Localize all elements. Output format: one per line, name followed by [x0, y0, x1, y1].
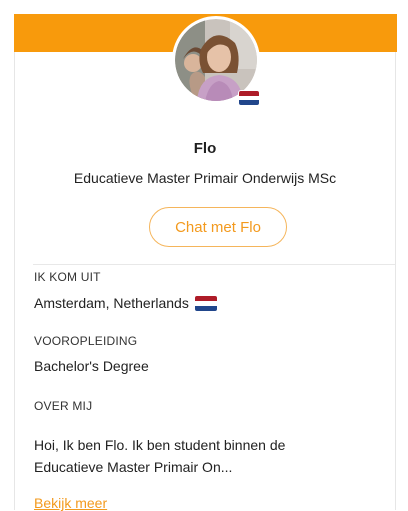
student-portrait-icon [175, 19, 257, 101]
netherlands-flag-icon [194, 295, 217, 311]
education-value: Bachelor's Degree [34, 358, 149, 374]
about-line: Hoi, Ik ben Flo. Ik ben student binnen d… [34, 437, 286, 453]
about-label: OVER MIJ [34, 399, 93, 413]
about-line: Educatieve Master Primair On... [34, 459, 233, 475]
origin-value: Amsterdam, Netherlands [34, 295, 189, 311]
divider [33, 264, 395, 265]
ambassador-card: Flo Educatieve Master Primair Onderwijs … [14, 14, 397, 511]
avatar-container [172, 16, 260, 106]
study-program: Educatieve Master Primair Onderwijs MSc [73, 170, 337, 186]
about-text: Hoi, Ik ben Flo. Ik ben student binnen d… [34, 434, 374, 478]
education-label: VOOROPLEIDING [34, 334, 138, 348]
netherlands-flag-icon [238, 90, 260, 106]
read-more-link[interactable]: Bekijk meer [34, 495, 107, 511]
origin-value-row: Amsterdam, Netherlands [34, 295, 217, 311]
origin-label: IK KOM UIT [34, 270, 101, 284]
chat-button[interactable]: Chat met Flo [149, 207, 287, 247]
ambassador-name: Flo [193, 140, 217, 157]
